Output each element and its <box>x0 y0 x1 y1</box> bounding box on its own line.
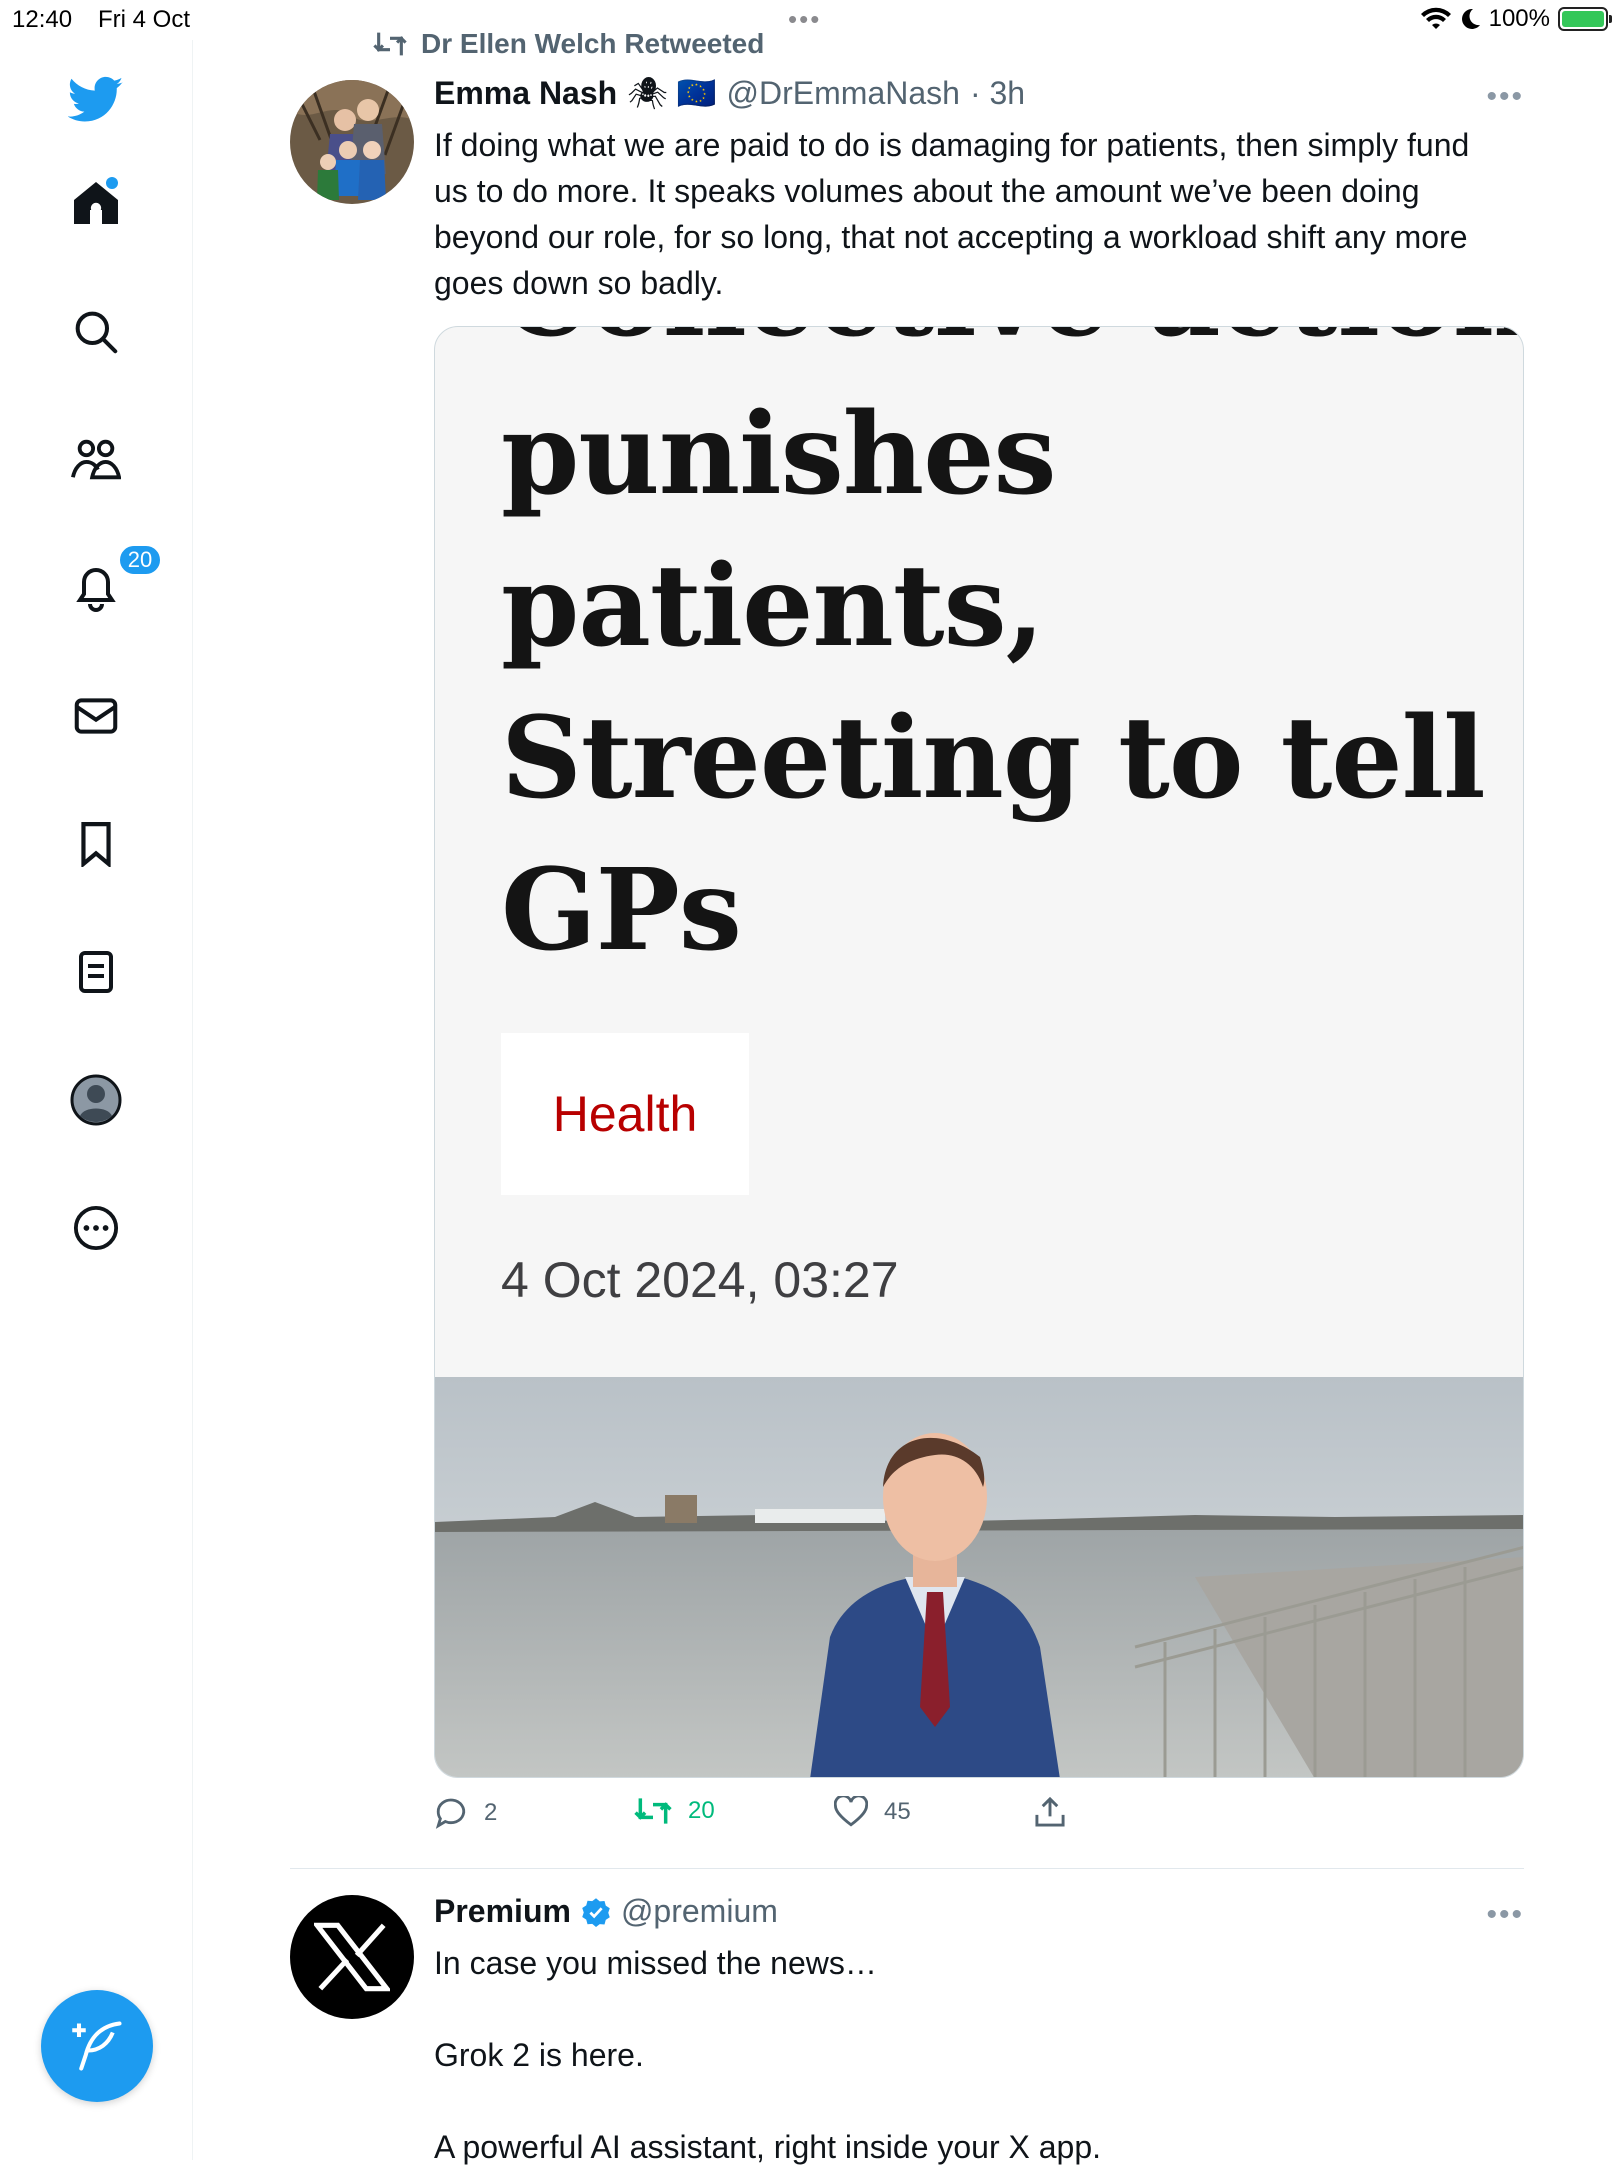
status-time: 12:40 <box>12 6 73 33</box>
heart-icon <box>834 1796 868 1827</box>
x-logo-icon <box>314 1922 390 1992</box>
family-photo-avatar <box>290 80 414 204</box>
notifications-icon[interactable]: 20 <box>66 544 162 618</box>
like-button[interactable]: 45 <box>834 1796 911 1828</box>
compose-feather-icon <box>72 2021 122 2071</box>
status-date: Fri 4 Oct <box>98 6 191 33</box>
like-count: 45 <box>884 1798 911 1825</box>
home-icon[interactable] <box>66 173 126 233</box>
article-photo <box>435 1377 1523 1777</box>
tweet-text-line: Grok 2 is here. <box>434 2037 644 2073</box>
compose-tweet-button[interactable] <box>41 1990 153 2102</box>
share-button[interactable] <box>1034 1796 1066 1828</box>
handle[interactable]: @DrEmmaNash <box>727 75 960 112</box>
article-date: 4 Oct 2024, 03:27 <box>501 1252 899 1308</box>
retweet-button[interactable]: 20 <box>634 1796 715 1826</box>
avatar[interactable] <box>290 80 414 204</box>
tweet-more-options-icon[interactable]: ••• <box>1486 1898 1524 1932</box>
timeline-feed: Dr Ellen Welch Retweeted Emma Nash 🕷 🇪🇺 … <box>193 0 1620 2165</box>
display-name[interactable]: Emma Nash <box>434 75 617 112</box>
lists-icon[interactable] <box>66 942 126 1002</box>
headline-line-2: patients, <box>501 541 1045 672</box>
bookmarks-icon[interactable] <box>66 814 126 874</box>
verified-badge-icon <box>582 1897 610 1927</box>
handle[interactable]: @premium <box>621 1893 778 1930</box>
reply-icon <box>435 1798 466 1829</box>
name-emoji: 🕷 🇪🇺 <box>627 75 717 111</box>
reply-button[interactable]: 2 <box>434 1796 497 1830</box>
retweet-count: 20 <box>688 1797 715 1824</box>
tweet-text: If doing what we are paid to do is damag… <box>434 127 1470 301</box>
messages-icon[interactable] <box>66 686 126 746</box>
retweet-icon <box>634 1798 672 1824</box>
headline-line-3: Streeting to tell <box>501 693 1486 824</box>
headline-cropped-line: Collective action <box>501 327 1523 373</box>
tweet-media-card[interactable]: Collective action punishes patients, Str… <box>434 326 1524 1778</box>
retweet-small-icon <box>373 32 407 56</box>
tweet-text-line: A powerful AI assistant, right inside yo… <box>434 2129 1102 2165</box>
twitter-logo-icon[interactable] <box>66 70 126 130</box>
reply-count: 2 <box>484 1799 498 1826</box>
tweet-header: Emma Nash 🕷 🇪🇺 @DrEmmaNash · 3h <box>434 74 1025 112</box>
more-icon[interactable] <box>66 1198 126 1258</box>
headline-line-4: GPs <box>501 845 742 976</box>
retweet-context[interactable]: Dr Ellen Welch Retweeted <box>373 28 764 60</box>
tweet-time[interactable]: · 3h <box>970 75 1025 112</box>
retweeted-by-label: Dr Ellen Welch Retweeted <box>421 28 765 59</box>
display-name[interactable]: Premium <box>434 1893 571 1930</box>
category-tag: Health <box>501 1033 749 1195</box>
tweet-header: Premium @premium <box>434 1893 778 1930</box>
sidebar-nav: 20 <box>0 40 193 2160</box>
share-icon <box>1035 1796 1065 1827</box>
headline-line-1: punishes <box>501 389 1057 520</box>
tweet-divider <box>290 1868 1524 1869</box>
search-icon[interactable] <box>66 302 126 362</box>
communities-icon[interactable] <box>66 430 126 490</box>
tweet-actions: 2 20 45 <box>434 1796 1134 1840</box>
notifications-count-badge: 20 <box>118 544 162 576</box>
avatar[interactable] <box>290 1895 414 2019</box>
category-label: Health <box>552 1086 698 1142</box>
home-new-posts-dot <box>106 177 118 189</box>
tweet-text-line: In case you missed the news… <box>434 1945 877 1981</box>
tweet-more-options-icon[interactable]: ••• <box>1486 80 1524 114</box>
profile-icon[interactable] <box>66 1070 126 1130</box>
